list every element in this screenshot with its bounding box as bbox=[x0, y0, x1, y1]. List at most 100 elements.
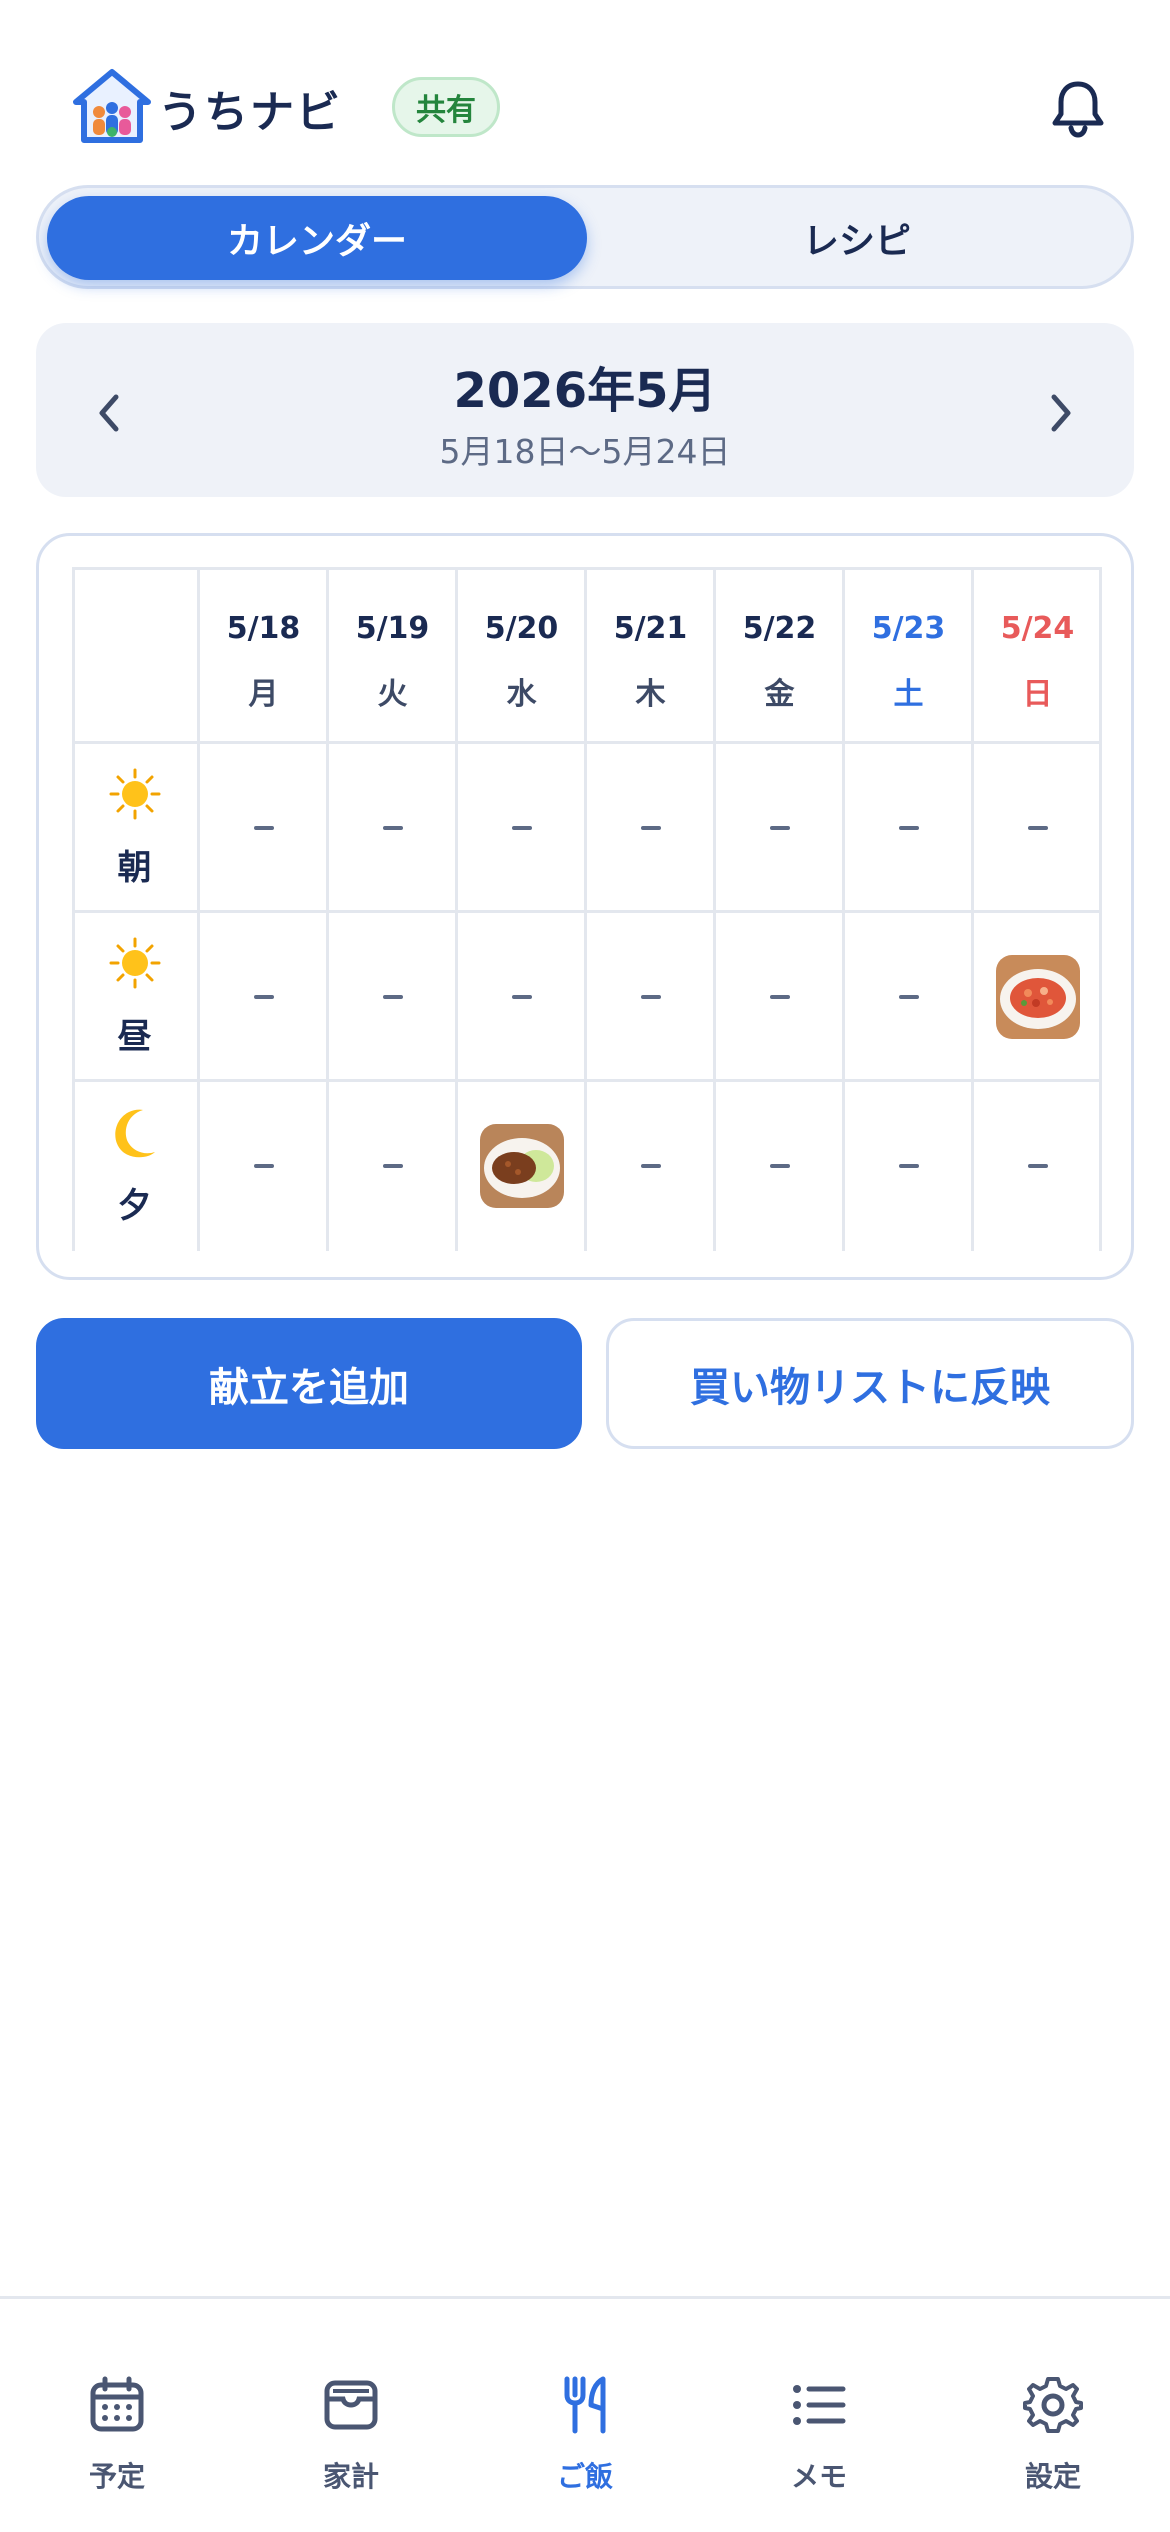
meal-cell-lunch-5-24[interactable] bbox=[973, 913, 1102, 1081]
empty-dash bbox=[253, 826, 274, 830]
day-header-5-18: 5/18 月 bbox=[199, 567, 328, 742]
empty-dash bbox=[511, 995, 532, 999]
day-weekday: 木 bbox=[635, 677, 666, 712]
meal-cell-empty[interactable] bbox=[844, 1082, 973, 1250]
day-header-5-19: 5/19 火 bbox=[328, 567, 457, 742]
day-weekday: 月 bbox=[248, 677, 279, 712]
meal-name: 昼 bbox=[117, 1017, 152, 1057]
next-week-button[interactable] bbox=[1036, 383, 1086, 443]
week-range: 5月18日〜5月24日 bbox=[439, 432, 731, 471]
meal-cell-empty[interactable] bbox=[328, 744, 457, 912]
day-header-5-22: 5/22 金 bbox=[715, 567, 844, 742]
tab-settings[interactable]: 設定 bbox=[936, 2299, 1170, 2499]
meal-cell-empty[interactable] bbox=[973, 744, 1102, 912]
day-header-5-21: 5/21 木 bbox=[586, 567, 715, 742]
empty-dash bbox=[769, 1164, 790, 1168]
empty-dash bbox=[898, 826, 919, 830]
meal-calendar-card: 5/18 月 5/19 火 5/20 水 5/21 木 5/22 金 5/23 … bbox=[36, 533, 1134, 1280]
sun-icon bbox=[109, 768, 161, 820]
tab-label: 予定 bbox=[88, 2460, 145, 2493]
tab-memo[interactable]: メモ bbox=[702, 2299, 936, 2499]
meal-cell-empty[interactable] bbox=[199, 1082, 328, 1250]
tomato-pasta-thumbnail bbox=[995, 955, 1080, 1039]
bell-icon[interactable] bbox=[1050, 78, 1106, 138]
empty-dash bbox=[511, 826, 532, 830]
day-weekday: 土 bbox=[893, 677, 924, 712]
meal-name: 朝 bbox=[117, 848, 152, 888]
empty-dash bbox=[640, 995, 661, 999]
meal-cell-empty[interactable] bbox=[457, 744, 586, 912]
meal-cell-empty[interactable] bbox=[715, 1082, 844, 1250]
empty-dash bbox=[382, 826, 403, 830]
app-header: うちナビ 共有 bbox=[0, 0, 1170, 185]
meal-row-breakfast: 朝 bbox=[72, 744, 197, 912]
moon-icon bbox=[115, 1109, 155, 1158]
tab-budget[interactable]: 家計 bbox=[234, 2299, 468, 2499]
reflect-shopping-list-button[interactable]: 買い物リストに反映 bbox=[606, 1318, 1134, 1449]
meal-cell-empty[interactable] bbox=[715, 744, 844, 912]
day-weekday: 日 bbox=[1022, 677, 1053, 712]
view-segment-control: カレンダー レシピ bbox=[36, 185, 1134, 289]
meal-cell-empty[interactable] bbox=[844, 913, 973, 1081]
utensils-icon bbox=[564, 2376, 606, 2434]
meal-row-lunch: 昼 bbox=[72, 913, 197, 1081]
day-header-5-20: 5/20 水 bbox=[457, 567, 586, 742]
empty-dash bbox=[769, 995, 790, 999]
gear-icon bbox=[1023, 2377, 1083, 2433]
chevron-right-icon bbox=[1051, 394, 1071, 432]
empty-dash bbox=[253, 995, 274, 999]
wallet-icon bbox=[324, 2380, 378, 2430]
tab-label: 家計 bbox=[322, 2460, 379, 2493]
tab-meals[interactable]: ご飯 bbox=[468, 2299, 702, 2499]
day-date: 5/18 bbox=[226, 611, 301, 646]
day-date: 5/22 bbox=[742, 611, 817, 646]
empty-dash bbox=[382, 995, 403, 999]
day-weekday: 火 bbox=[377, 677, 408, 712]
meal-cell-empty[interactable] bbox=[199, 744, 328, 912]
ginger-pork-thumbnail bbox=[479, 1124, 564, 1208]
sun-icon bbox=[109, 937, 161, 989]
empty-dash bbox=[898, 995, 919, 999]
empty-dash bbox=[640, 826, 661, 830]
tab-label: 設定 bbox=[1024, 2460, 1081, 2493]
day-weekday: 金 bbox=[764, 677, 795, 712]
meal-name: 夕 bbox=[117, 1186, 152, 1226]
empty-dash bbox=[1027, 1164, 1048, 1168]
bottom-tab-bar: 予定 家計 ご飯 メモ 設定 bbox=[0, 2296, 1170, 2532]
shared-badge[interactable]: 共有 bbox=[392, 77, 500, 137]
tab-calendar[interactable]: カレンダー bbox=[47, 196, 587, 280]
empty-dash bbox=[769, 826, 790, 830]
meal-cell-empty[interactable] bbox=[586, 913, 715, 1081]
meal-row-dinner: 夕 bbox=[72, 1082, 197, 1250]
empty-dash bbox=[382, 1164, 403, 1168]
list-icon bbox=[793, 2385, 846, 2425]
meal-cell-empty[interactable] bbox=[844, 744, 973, 912]
day-date: 5/19 bbox=[355, 611, 430, 646]
tab-label: ご飯 bbox=[556, 2460, 613, 2493]
empty-dash bbox=[253, 1164, 274, 1168]
day-header-5-23: 5/23 土 bbox=[844, 567, 973, 742]
tab-label: メモ bbox=[790, 2460, 847, 2493]
meal-calendar-grid: 5/18 月 5/19 火 5/20 水 5/21 木 5/22 金 5/23 … bbox=[72, 567, 1102, 1251]
day-date: 5/24 bbox=[1000, 611, 1075, 646]
meal-cell-empty[interactable] bbox=[199, 913, 328, 1081]
day-date: 5/21 bbox=[613, 611, 688, 646]
empty-dash bbox=[898, 1164, 919, 1168]
month-navigator: 2026年5月 5月18日〜5月24日 bbox=[36, 323, 1134, 497]
tab-schedule[interactable]: 予定 bbox=[0, 2299, 234, 2499]
day-weekday: 水 bbox=[506, 677, 537, 712]
empty-dash bbox=[640, 1164, 661, 1168]
day-date: 5/23 bbox=[871, 611, 946, 646]
meal-cell-empty[interactable] bbox=[457, 913, 586, 1081]
meal-cell-empty[interactable] bbox=[328, 913, 457, 1081]
meal-cell-empty[interactable] bbox=[328, 1082, 457, 1250]
meal-cell-empty[interactable] bbox=[586, 1082, 715, 1250]
meal-cell-empty[interactable] bbox=[715, 913, 844, 1081]
meal-cell-dinner-5-20[interactable] bbox=[457, 1082, 586, 1250]
tab-recipe[interactable]: レシピ bbox=[587, 196, 1127, 280]
meal-cell-empty[interactable] bbox=[973, 1082, 1102, 1250]
meal-cell-empty[interactable] bbox=[586, 744, 715, 912]
add-menu-button[interactable]: 献立を追加 bbox=[36, 1318, 582, 1449]
day-date: 5/20 bbox=[484, 611, 559, 646]
day-header-5-24: 5/24 日 bbox=[973, 567, 1102, 742]
